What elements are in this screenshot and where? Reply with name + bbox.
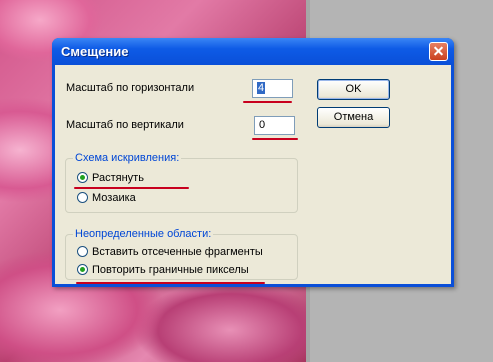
distortion-group: Схема искривления: Растянуть Мозаика bbox=[65, 152, 298, 213]
annotation-underline bbox=[243, 101, 292, 103]
cancel-button[interactable]: Отмена bbox=[317, 107, 390, 128]
radio-selected-icon bbox=[77, 264, 88, 275]
undefined-areas-group-legend: Неопределенные области: bbox=[73, 228, 214, 240]
radio-wrap-around-label: Вставить отсеченные фрагменты bbox=[92, 246, 263, 258]
radio-tile-label: Мозаика bbox=[92, 192, 136, 204]
dialog-title: Смещение bbox=[61, 44, 129, 59]
radio-repeat-edge-label: Повторить граничные пикселы bbox=[92, 264, 249, 276]
annotation-underline bbox=[74, 187, 189, 189]
horizontal-scale-input[interactable]: 4 bbox=[252, 79, 293, 98]
vertical-scale-label: Масштаб по вертикали bbox=[66, 119, 184, 131]
annotation-underline bbox=[252, 138, 298, 140]
ok-button[interactable]: OK bbox=[317, 79, 390, 100]
title-bar[interactable]: Смещение bbox=[52, 38, 454, 65]
undefined-areas-group: Неопределенные области: Вставить отсечен… bbox=[65, 228, 298, 280]
radio-stretch[interactable]: Растянуть bbox=[77, 172, 144, 184]
horizontal-scale-value: 4 bbox=[257, 82, 266, 94]
distortion-group-legend: Схема искривления: bbox=[73, 152, 182, 164]
radio-selected-icon bbox=[77, 172, 88, 183]
offset-dialog: Смещение Масштаб по горизонтали 4 Масшта… bbox=[52, 38, 454, 287]
horizontal-scale-label: Масштаб по горизонтали bbox=[66, 82, 195, 94]
radio-unselected-icon bbox=[77, 246, 88, 257]
radio-tile[interactable]: Мозаика bbox=[77, 192, 136, 204]
radio-stretch-label: Растянуть bbox=[92, 172, 144, 184]
vertical-scale-input[interactable]: 0 bbox=[254, 116, 295, 135]
radio-repeat-edge[interactable]: Повторить граничные пикселы bbox=[77, 264, 249, 276]
radio-wrap-around[interactable]: Вставить отсеченные фрагменты bbox=[77, 246, 263, 258]
vertical-scale-value: 0 bbox=[259, 119, 266, 131]
annotation-underline bbox=[76, 282, 265, 284]
close-icon[interactable] bbox=[429, 42, 448, 61]
radio-unselected-icon bbox=[77, 192, 88, 203]
dialog-body: Масштаб по горизонтали 4 Масштаб по верт… bbox=[55, 65, 451, 284]
